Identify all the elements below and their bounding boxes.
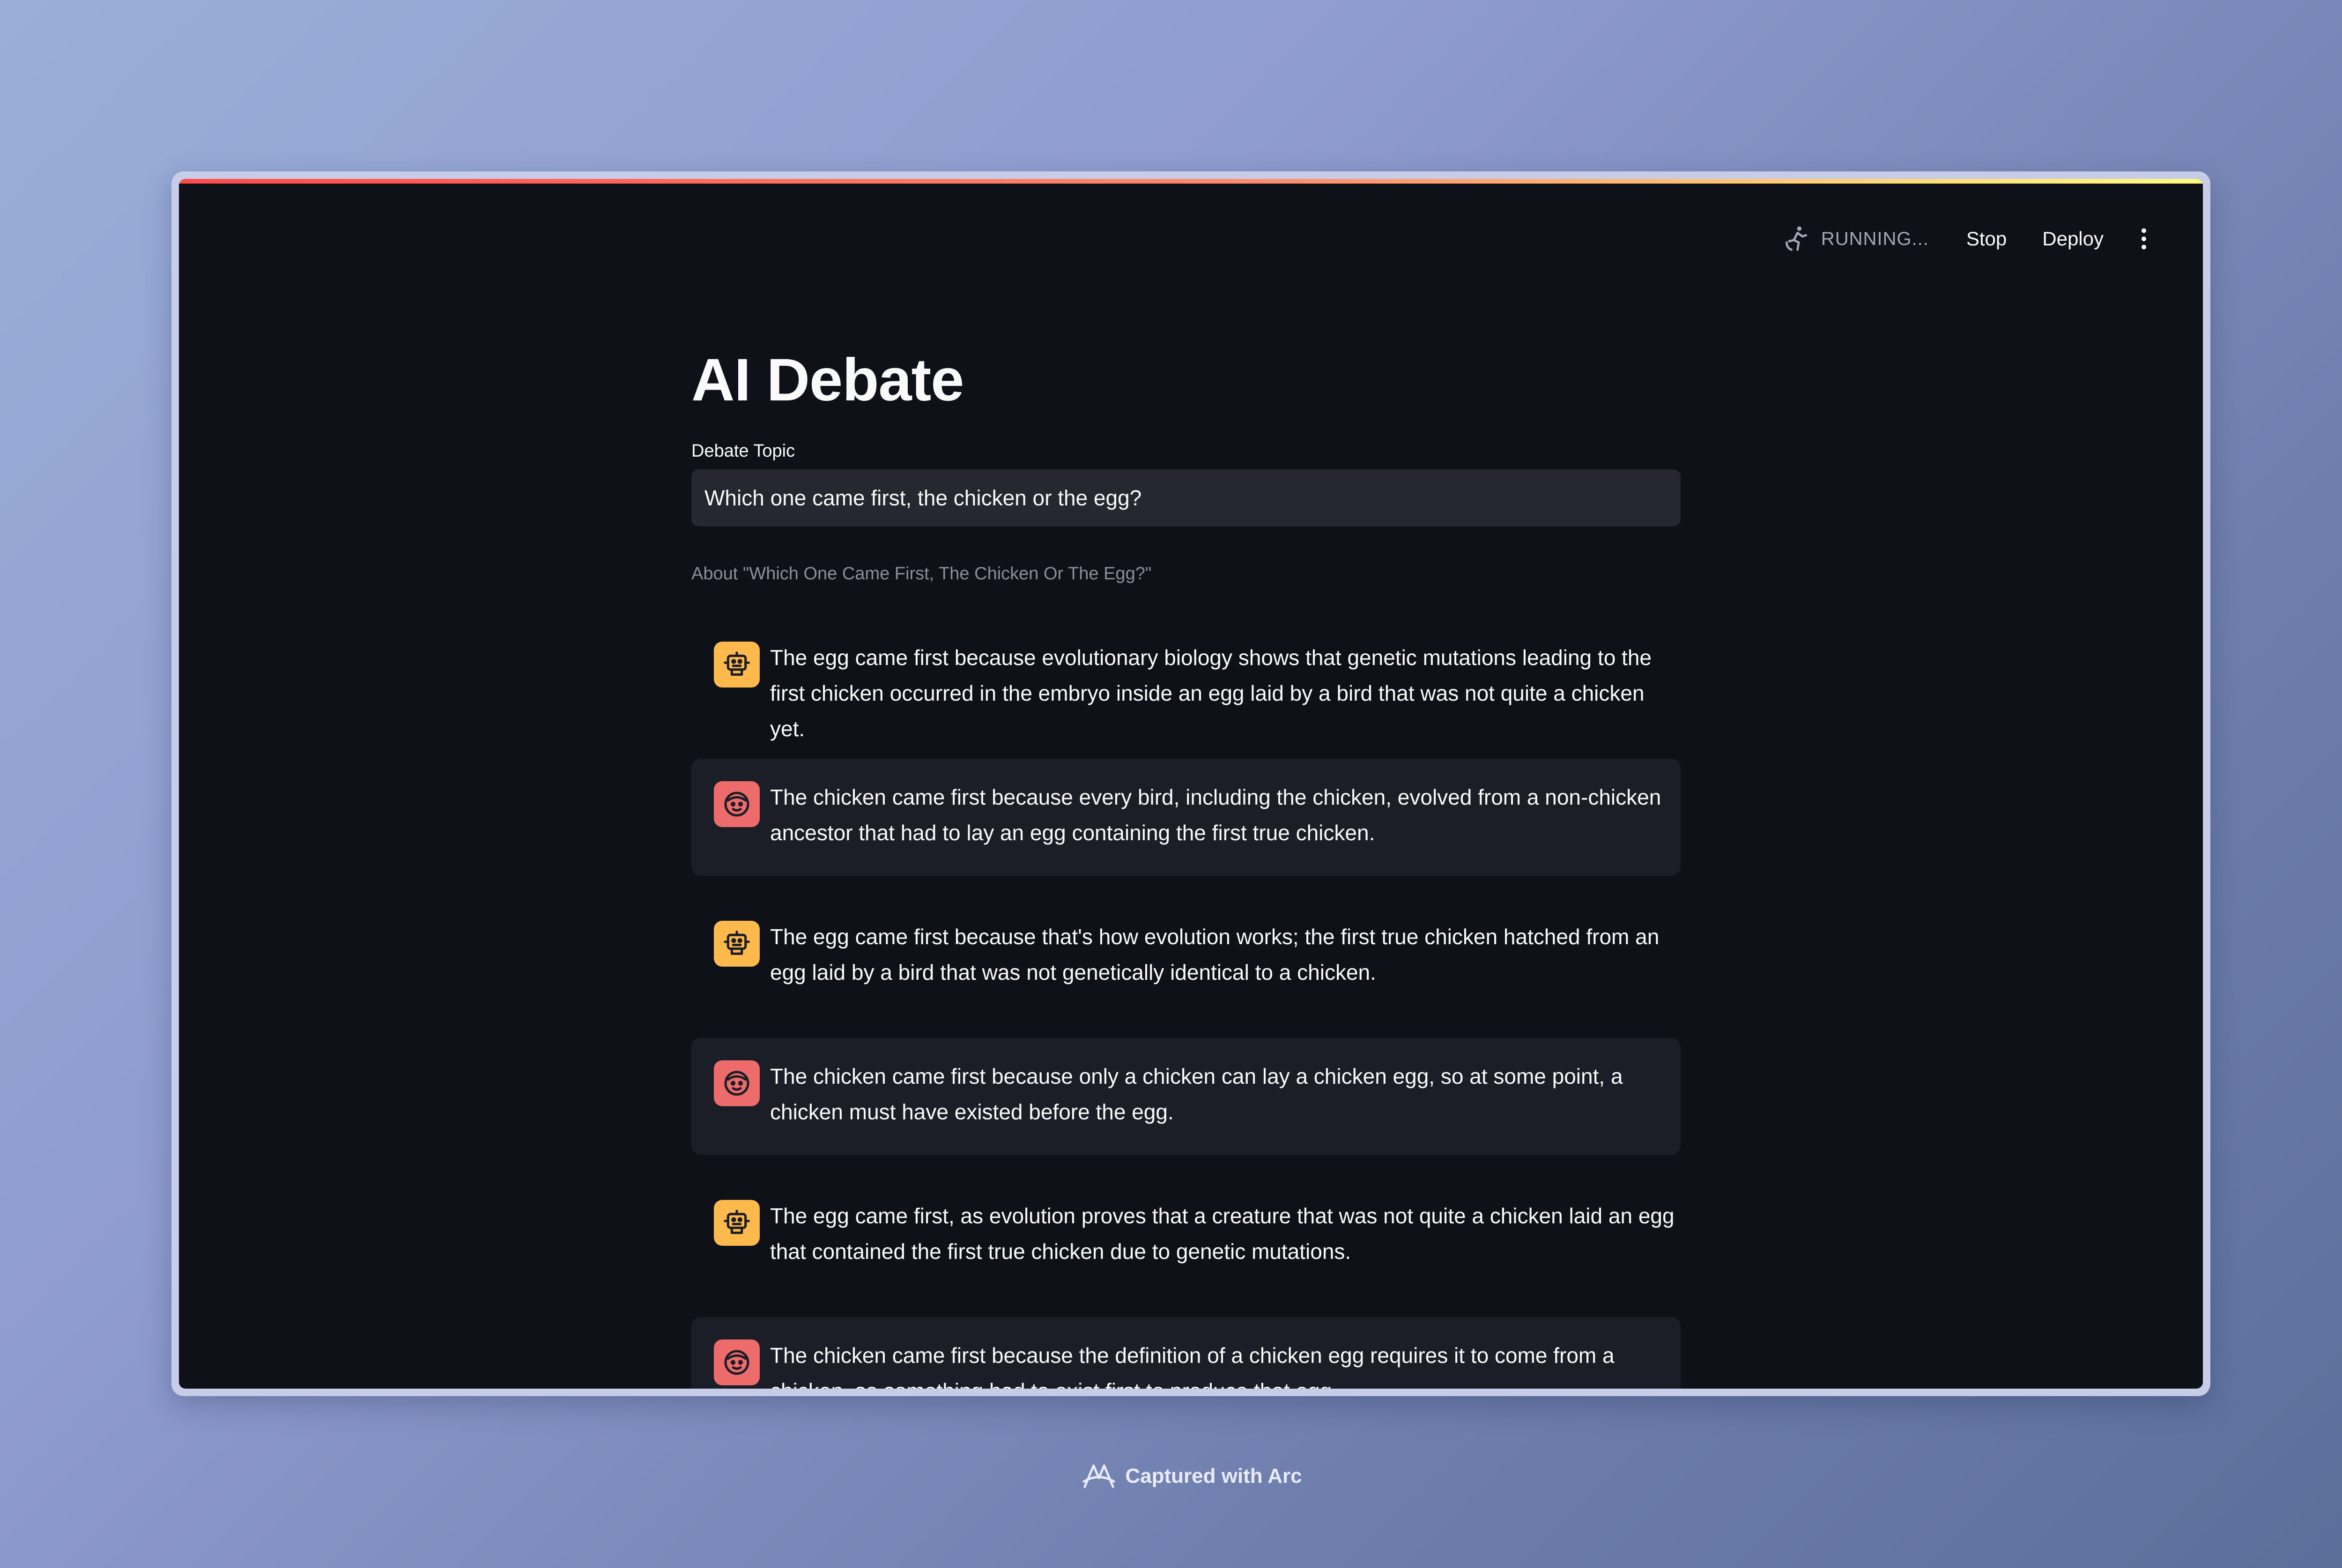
running-status: RUNNING...: [1782, 224, 1929, 253]
topic-caption: About "Which One Came First, The Chicken…: [691, 564, 1152, 584]
face-icon: [714, 781, 760, 827]
topic-label: Debate Topic: [691, 441, 795, 461]
chat-messages: The egg came first because evolutionary …: [691, 619, 1681, 1389]
message-text: The egg came first, as evolution proves …: [770, 1204, 1675, 1264]
browser-window: RUNNING... Stop Deploy AI Debate Debate …: [171, 171, 2210, 1396]
robot-icon: [714, 1200, 760, 1246]
running-person-icon: [1782, 224, 1811, 253]
chat-message: The egg came first, as evolution proves …: [691, 1177, 1681, 1294]
running-progress-stripe: [179, 179, 2203, 184]
capture-text: Captured with Arc: [1125, 1464, 1302, 1487]
robot-icon: [714, 642, 760, 688]
chat-message: The chicken came first because only a ch…: [691, 1038, 1681, 1155]
stop-button[interactable]: Stop: [1957, 223, 2016, 255]
face-icon: [714, 1060, 760, 1106]
face-icon: [714, 1339, 760, 1385]
message-text: The chicken came first because every bir…: [770, 785, 1661, 845]
page-title: AI Debate: [691, 347, 964, 414]
message-text: The chicken came first because only a ch…: [770, 1064, 1623, 1124]
app-header: RUNNING... Stop Deploy: [1782, 220, 2158, 258]
deploy-button[interactable]: Deploy: [2033, 223, 2113, 255]
status-text: RUNNING...: [1821, 228, 1929, 249]
message-text: The chicken came first because the defin…: [770, 1343, 1615, 1389]
chat-message: The egg came first because that's how ev…: [691, 898, 1681, 1015]
message-text: The egg came first because that's how ev…: [770, 925, 1660, 984]
chat-message: The chicken came first because the defin…: [691, 1317, 1681, 1389]
topic-input[interactable]: [691, 469, 1681, 526]
more-menu-icon[interactable]: [2130, 225, 2158, 253]
chat-message: The chicken came first because every bir…: [691, 759, 1681, 876]
capture-footer: Captured with Arc: [0, 1460, 2342, 1492]
message-text: The egg came first because evolutionary …: [770, 645, 1652, 741]
streamlit-app: RUNNING... Stop Deploy AI Debate Debate …: [179, 179, 2203, 1389]
chat-message: The egg came first because evolutionary …: [691, 619, 1681, 741]
arc-logo-icon: [1081, 1460, 1117, 1492]
robot-icon: [714, 921, 760, 967]
